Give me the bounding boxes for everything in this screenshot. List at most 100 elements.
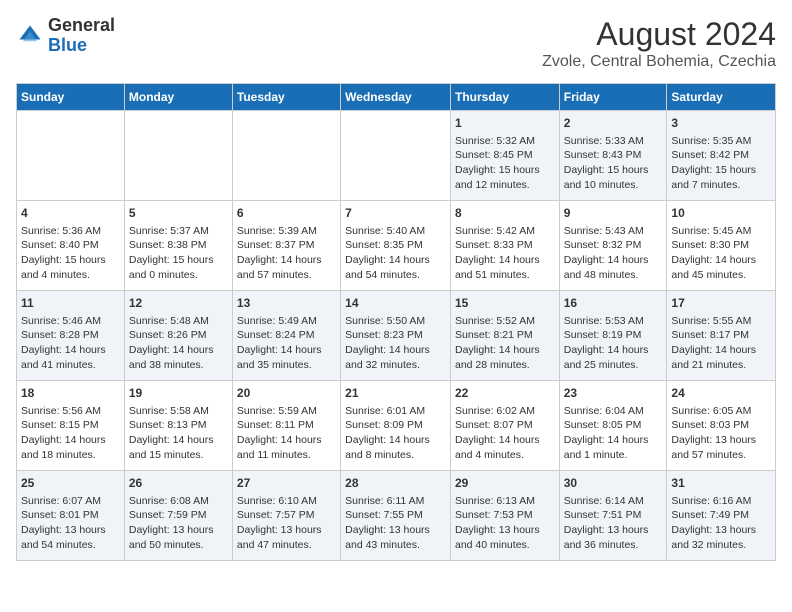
calendar-cell: 20 Sunrise: 5:59 AM Sunset: 8:11 PM Dayli… bbox=[232, 381, 340, 471]
day-info: Sunrise: 5:46 AM Sunset: 8:28 PM Dayligh… bbox=[21, 314, 120, 373]
day-info: Sunrise: 5:52 AM Sunset: 8:21 PM Dayligh… bbox=[455, 314, 555, 373]
day-number: 17 bbox=[671, 295, 771, 312]
calendar-week-4: 18 Sunrise: 5:56 AM Sunset: 8:15 PM Dayli… bbox=[17, 381, 776, 471]
day-number: 30 bbox=[564, 475, 663, 492]
day-info: Sunrise: 5:33 AM Sunset: 8:43 PM Dayligh… bbox=[564, 134, 663, 193]
calendar-cell: 15 Sunrise: 5:52 AM Sunset: 8:21 PM Dayli… bbox=[450, 291, 559, 381]
day-number: 10 bbox=[671, 205, 771, 222]
day-number: 19 bbox=[129, 385, 228, 402]
calendar-body: 1Sunrise: 5:32 AM Sunset: 8:45 PM Daylig… bbox=[17, 111, 776, 561]
day-number: 5 bbox=[129, 205, 228, 222]
day-info: Sunrise: 5:49 AM Sunset: 8:24 PM Dayligh… bbox=[237, 314, 336, 373]
weekday-header-thursday: Thursday bbox=[450, 84, 559, 111]
page-header: General Blue August 2024 Zvole, Central … bbox=[16, 16, 776, 71]
calendar-cell: 26 Sunrise: 6:08 AM Sunset: 7:59 PM Dayli… bbox=[124, 471, 232, 561]
day-number: 26 bbox=[129, 475, 228, 492]
day-info: Sunrise: 5:36 AM Sunset: 8:40 PM Dayligh… bbox=[21, 224, 120, 283]
day-number: 28 bbox=[345, 475, 446, 492]
calendar-cell: 2Sunrise: 5:33 AM Sunset: 8:43 PM Daylig… bbox=[559, 111, 667, 201]
calendar-cell: 4 Sunrise: 5:36 AM Sunset: 8:40 PM Daylig… bbox=[17, 201, 125, 291]
weekday-header-monday: Monday bbox=[124, 84, 232, 111]
day-info: Sunrise: 5:37 AM Sunset: 8:38 PM Dayligh… bbox=[129, 224, 228, 283]
day-number: 29 bbox=[455, 475, 555, 492]
day-info: Sunrise: 6:07 AM Sunset: 8:01 PM Dayligh… bbox=[21, 494, 120, 553]
day-number: 18 bbox=[21, 385, 120, 402]
day-info: Sunrise: 6:04 AM Sunset: 8:05 PM Dayligh… bbox=[564, 404, 663, 463]
calendar-cell: 11 Sunrise: 5:46 AM Sunset: 8:28 PM Dayli… bbox=[17, 291, 125, 381]
calendar-cell bbox=[341, 111, 451, 201]
month-year: August 2024 bbox=[542, 16, 776, 53]
calendar-week-1: 1Sunrise: 5:32 AM Sunset: 8:45 PM Daylig… bbox=[17, 111, 776, 201]
title-block: August 2024 Zvole, Central Bohemia, Czec… bbox=[542, 16, 776, 71]
calendar-cell: 27 Sunrise: 6:10 AM Sunset: 7:57 PM Dayli… bbox=[232, 471, 340, 561]
calendar-cell: 22 Sunrise: 6:02 AM Sunset: 8:07 PM Dayli… bbox=[450, 381, 559, 471]
calendar-cell: 3 Sunrise: 5:35 AM Sunset: 8:42 PM Daylig… bbox=[667, 111, 776, 201]
calendar-cell: 21Sunrise: 6:01 AM Sunset: 8:09 PM Dayli… bbox=[341, 381, 451, 471]
day-number: 13 bbox=[237, 295, 336, 312]
calendar-cell bbox=[232, 111, 340, 201]
calendar-cell: 19 Sunrise: 5:58 AM Sunset: 8:13 PM Dayli… bbox=[124, 381, 232, 471]
day-info: Sunrise: 6:14 AM Sunset: 7:51 PM Dayligh… bbox=[564, 494, 663, 553]
day-number: 12 bbox=[129, 295, 228, 312]
logo-text: General Blue bbox=[48, 16, 115, 56]
calendar-cell: 5 Sunrise: 5:37 AM Sunset: 8:38 PM Daylig… bbox=[124, 201, 232, 291]
day-number: 24 bbox=[671, 385, 771, 402]
calendar-cell: 12 Sunrise: 5:48 AM Sunset: 8:26 PM Dayli… bbox=[124, 291, 232, 381]
day-number: 20 bbox=[237, 385, 336, 402]
logo-general-text: General bbox=[48, 15, 115, 35]
day-number: 23 bbox=[564, 385, 663, 402]
calendar-cell: 17 Sunrise: 5:55 AM Sunset: 8:17 PM Dayli… bbox=[667, 291, 776, 381]
day-number: 22 bbox=[455, 385, 555, 402]
weekday-header-friday: Friday bbox=[559, 84, 667, 111]
calendar-table: SundayMondayTuesdayWednesdayThursdayFrid… bbox=[16, 83, 776, 561]
day-info: Sunrise: 6:10 AM Sunset: 7:57 PM Dayligh… bbox=[237, 494, 336, 553]
day-info: Sunrise: 5:53 AM Sunset: 8:19 PM Dayligh… bbox=[564, 314, 663, 373]
day-number: 14 bbox=[345, 295, 446, 312]
calendar-cell: 24Sunrise: 6:05 AM Sunset: 8:03 PM Dayli… bbox=[667, 381, 776, 471]
weekday-header-tuesday: Tuesday bbox=[232, 84, 340, 111]
day-info: Sunrise: 6:08 AM Sunset: 7:59 PM Dayligh… bbox=[129, 494, 228, 553]
day-info: Sunrise: 5:40 AM Sunset: 8:35 PM Dayligh… bbox=[345, 224, 446, 283]
day-info: Sunrise: 5:48 AM Sunset: 8:26 PM Dayligh… bbox=[129, 314, 228, 373]
calendar-cell: 30 Sunrise: 6:14 AM Sunset: 7:51 PM Dayli… bbox=[559, 471, 667, 561]
logo: General Blue bbox=[16, 16, 115, 56]
day-info: Sunrise: 6:16 AM Sunset: 7:49 PM Dayligh… bbox=[671, 494, 771, 553]
day-number: 16 bbox=[564, 295, 663, 312]
calendar-cell: 9Sunrise: 5:43 AM Sunset: 8:32 PM Daylig… bbox=[559, 201, 667, 291]
day-number: 31 bbox=[671, 475, 771, 492]
calendar-cell: 14 Sunrise: 5:50 AM Sunset: 8:23 PM Dayli… bbox=[341, 291, 451, 381]
day-info: Sunrise: 5:59 AM Sunset: 8:11 PM Dayligh… bbox=[237, 404, 336, 463]
day-info: Sunrise: 6:11 AM Sunset: 7:55 PM Dayligh… bbox=[345, 494, 446, 553]
calendar-week-2: 4 Sunrise: 5:36 AM Sunset: 8:40 PM Daylig… bbox=[17, 201, 776, 291]
logo-blue-text: Blue bbox=[48, 35, 87, 55]
day-number: 15 bbox=[455, 295, 555, 312]
day-number: 11 bbox=[21, 295, 120, 312]
calendar-cell: 8Sunrise: 5:42 AM Sunset: 8:33 PM Daylig… bbox=[450, 201, 559, 291]
day-info: Sunrise: 5:39 AM Sunset: 8:37 PM Dayligh… bbox=[237, 224, 336, 283]
day-number: 9 bbox=[564, 205, 663, 222]
day-info: Sunrise: 5:56 AM Sunset: 8:15 PM Dayligh… bbox=[21, 404, 120, 463]
calendar-cell bbox=[124, 111, 232, 201]
calendar-cell: 16 Sunrise: 5:53 AM Sunset: 8:19 PM Dayli… bbox=[559, 291, 667, 381]
day-info: Sunrise: 6:01 AM Sunset: 8:09 PM Dayligh… bbox=[345, 404, 446, 463]
calendar-header: SundayMondayTuesdayWednesdayThursdayFrid… bbox=[17, 84, 776, 111]
weekday-header-sunday: Sunday bbox=[17, 84, 125, 111]
day-info: Sunrise: 6:02 AM Sunset: 8:07 PM Dayligh… bbox=[455, 404, 555, 463]
calendar-cell: 18 Sunrise: 5:56 AM Sunset: 8:15 PM Dayli… bbox=[17, 381, 125, 471]
day-number: 4 bbox=[21, 205, 120, 222]
day-info: Sunrise: 5:35 AM Sunset: 8:42 PM Dayligh… bbox=[671, 134, 771, 193]
calendar-cell: 13 Sunrise: 5:49 AM Sunset: 8:24 PM Dayli… bbox=[232, 291, 340, 381]
day-info: Sunrise: 5:55 AM Sunset: 8:17 PM Dayligh… bbox=[671, 314, 771, 373]
day-number: 7 bbox=[345, 205, 446, 222]
calendar-cell: 31 Sunrise: 6:16 AM Sunset: 7:49 PM Dayli… bbox=[667, 471, 776, 561]
calendar-cell: 25Sunrise: 6:07 AM Sunset: 8:01 PM Dayli… bbox=[17, 471, 125, 561]
day-number: 3 bbox=[671, 115, 771, 132]
calendar-week-5: 25Sunrise: 6:07 AM Sunset: 8:01 PM Dayli… bbox=[17, 471, 776, 561]
day-number: 8 bbox=[455, 205, 555, 222]
day-number: 27 bbox=[237, 475, 336, 492]
day-info: Sunrise: 5:58 AM Sunset: 8:13 PM Dayligh… bbox=[129, 404, 228, 463]
day-info: Sunrise: 5:50 AM Sunset: 8:23 PM Dayligh… bbox=[345, 314, 446, 373]
weekday-header-wednesday: Wednesday bbox=[341, 84, 451, 111]
calendar-cell: 23 Sunrise: 6:04 AM Sunset: 8:05 PM Dayli… bbox=[559, 381, 667, 471]
calendar-cell: 29Sunrise: 6:13 AM Sunset: 7:53 PM Dayli… bbox=[450, 471, 559, 561]
